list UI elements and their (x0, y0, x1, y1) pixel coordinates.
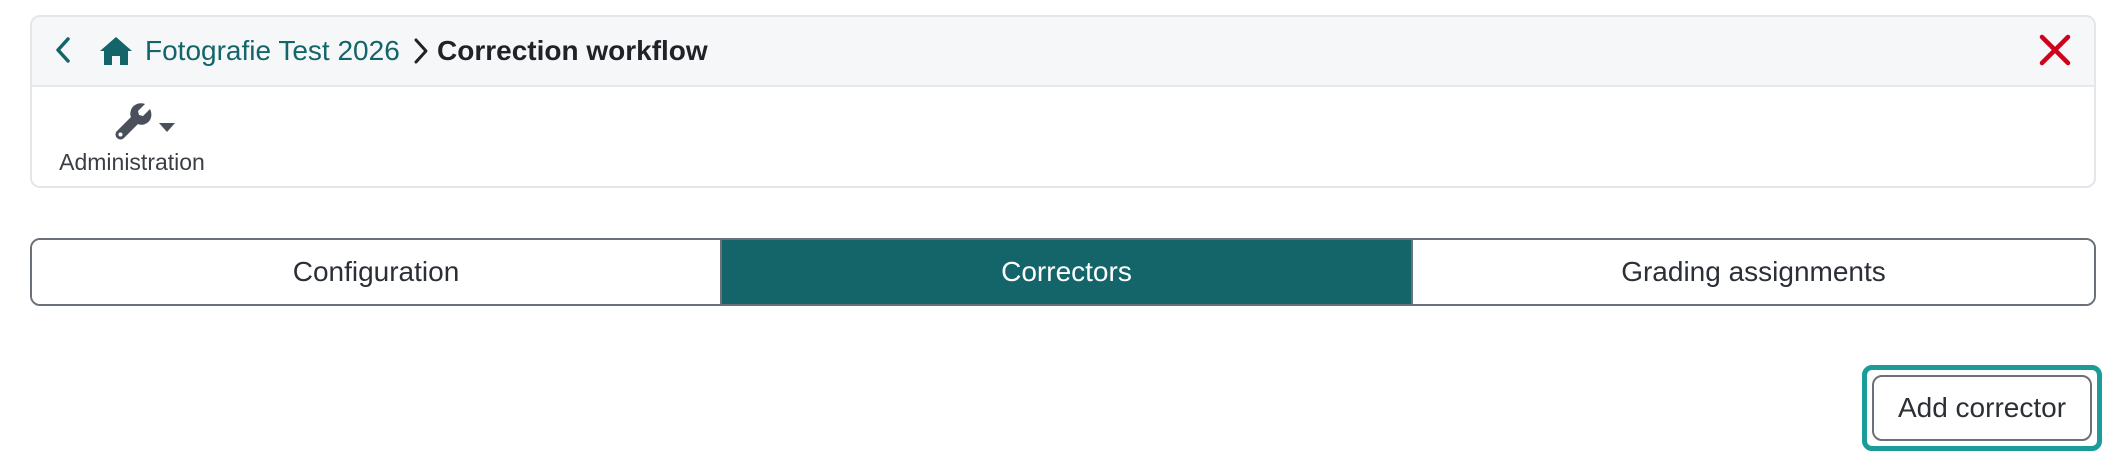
back-button[interactable] (46, 33, 80, 67)
administration-label: Administration (59, 149, 205, 175)
chevron-left-icon (56, 37, 70, 63)
wrench-icon (115, 103, 152, 140)
workflow-tabs: Configuration Correctors Grading assignm… (30, 238, 2096, 306)
tab-grading-assignments[interactable]: Grading assignments (1411, 240, 2094, 304)
home-icon[interactable] (98, 33, 134, 69)
tab-correctors[interactable]: Correctors (720, 240, 1411, 304)
chevron-right-icon (414, 38, 428, 64)
administration-menu-button[interactable]: Administration (52, 97, 212, 181)
close-icon[interactable] (2036, 31, 2074, 69)
tab-configuration[interactable]: Configuration (32, 240, 720, 304)
caret-down-icon (159, 123, 175, 132)
breadcrumb-current-page: Correction workflow (437, 35, 708, 66)
breadcrumb-bar: Fotografie Test 2026 Correction workflow (32, 17, 2094, 87)
breadcrumb-course-link[interactable]: Fotografie Test 2026 (145, 35, 400, 67)
course-header-panel: Fotografie Test 2026 Correction workflow… (30, 15, 2096, 188)
add-corrector-button[interactable]: Add corrector (1872, 375, 2092, 441)
add-corrector-focus-ring: Add corrector (1862, 365, 2102, 451)
